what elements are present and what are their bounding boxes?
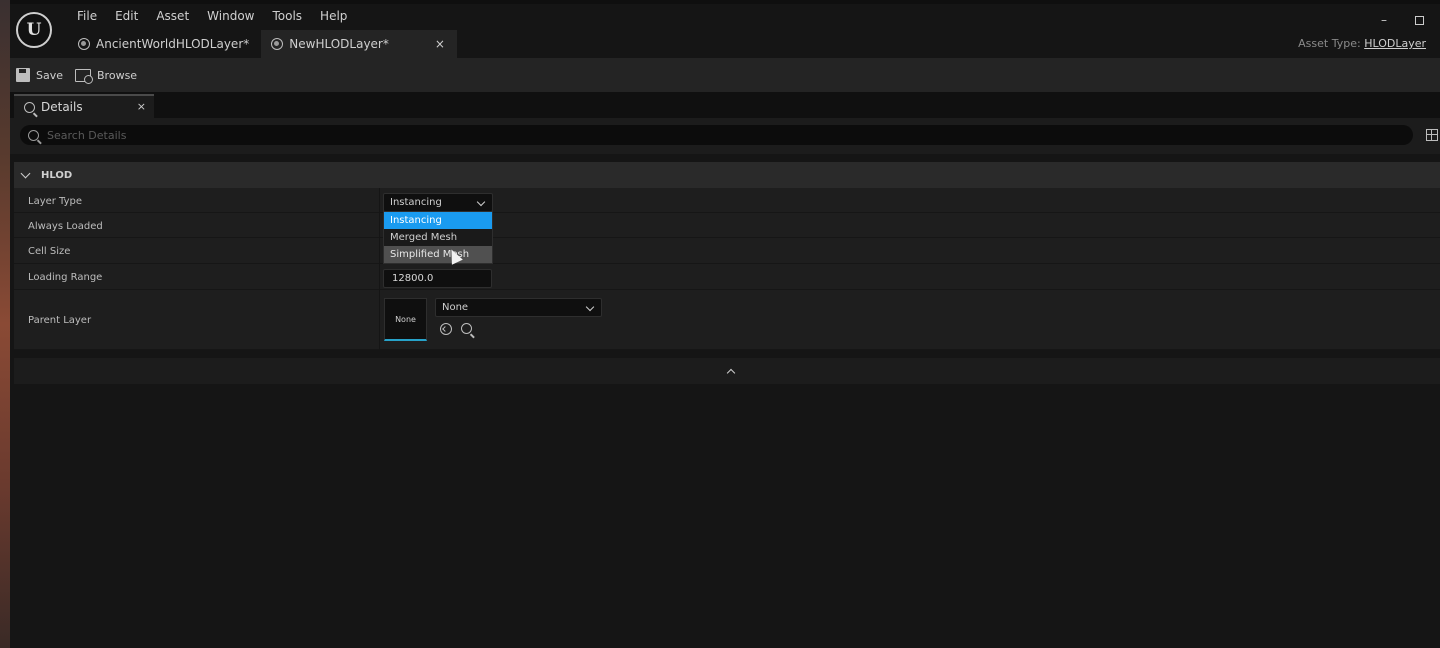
asset-icon	[271, 38, 284, 50]
menu-edit[interactable]: Edit	[106, 9, 147, 23]
property-label: Layer Type	[28, 196, 83, 207]
category-label: HLOD	[41, 169, 73, 181]
layer-type-dropdown-list: Instancing Merged Mesh Simplified Mesh	[383, 211, 493, 264]
tab-label: NewHLODLayer*	[289, 37, 389, 51]
browse-icon	[75, 68, 94, 84]
details-panel: HLOD Layer Type Always Loaded Cell Size …	[10, 118, 1440, 648]
details-icon	[24, 101, 35, 113]
property-label: Parent Layer	[28, 315, 92, 326]
close-tab-icon[interactable]: ×	[435, 37, 445, 51]
menu-file[interactable]: File	[68, 9, 106, 23]
menu-window[interactable]: Window	[198, 9, 263, 23]
parent-layer-thumbnail[interactable]: None	[384, 298, 427, 341]
menu-asset[interactable]: Asset	[147, 9, 198, 23]
asset-type-link[interactable]: HLODLayer	[1364, 37, 1426, 50]
collapse-section-bar[interactable]	[14, 358, 1440, 384]
chevron-down-icon	[20, 168, 31, 178]
column-splitter[interactable]	[379, 188, 380, 350]
property-label: Cell Size	[28, 246, 71, 257]
layer-type-combo[interactable]: Instancing	[383, 193, 493, 212]
property-row-cell-size: Cell Size	[14, 238, 1440, 264]
layer-type-value: Instancing	[390, 197, 442, 208]
dropdown-option-merged-mesh[interactable]: Merged Mesh	[384, 229, 492, 246]
asset-icon	[78, 38, 90, 50]
tab-ancientworld-hlodlayer[interactable]: AncientWorldHLODLayer*	[68, 30, 261, 58]
property-row-parent-layer: Parent Layer	[14, 290, 1440, 350]
menu-tools[interactable]: Tools	[263, 9, 311, 23]
chevron-down-icon	[585, 302, 595, 312]
chevron-up-icon	[726, 368, 736, 378]
toolbar: Save Browse	[10, 58, 1440, 92]
window-controls: –	[1381, 13, 1424, 27]
search-input[interactable]	[47, 128, 1347, 142]
unreal-logo-icon[interactable]: U	[16, 12, 52, 48]
menu-help[interactable]: Help	[311, 9, 356, 23]
category-hlod[interactable]: HLOD	[14, 162, 1440, 188]
loading-range-input[interactable]: 12800.0	[383, 269, 492, 288]
browse-label: Browse	[97, 68, 138, 82]
tab-details[interactable]: Details ×	[14, 94, 154, 118]
reset-to-default-icon[interactable]	[440, 323, 452, 335]
property-label: Always Loaded	[28, 221, 103, 232]
tab-label: AncientWorldHLODLayer*	[96, 37, 250, 51]
save-button[interactable]: Save	[16, 68, 63, 82]
save-icon	[16, 68, 30, 82]
asset-editor-window: U File Edit Asset Window Tools Help – An…	[10, 4, 1440, 648]
search-row	[10, 118, 1440, 154]
document-tabs: AncientWorldHLODLayer* NewHLODLayer* ×	[68, 30, 457, 58]
details-tab-label: Details	[41, 100, 83, 114]
save-label: Save	[36, 68, 64, 82]
browse-to-asset-icon[interactable]	[461, 323, 472, 334]
property-matrix-icon[interactable]	[1426, 129, 1438, 141]
title-bar: U File Edit Asset Window Tools Help – An…	[10, 4, 1440, 58]
asset-type-label: Asset Type:	[1298, 37, 1361, 50]
dropdown-option-instancing[interactable]: Instancing	[384, 212, 492, 229]
search-icon	[28, 129, 39, 141]
property-row-layer-type: Layer Type	[14, 188, 1440, 213]
background-left-edge	[0, 0, 10, 648]
property-row-always-loaded: Always Loaded	[14, 213, 1440, 238]
property-label: Loading Range	[28, 272, 103, 283]
parent-layer-combo[interactable]: None	[435, 298, 602, 317]
search-box[interactable]	[20, 125, 1413, 145]
property-row-loading-range: Loading Range	[14, 264, 1440, 290]
browse-button[interactable]: Browse	[75, 68, 138, 84]
tab-new-hlodlayer[interactable]: NewHLODLayer* ×	[261, 30, 457, 58]
parent-layer-value: None	[442, 302, 469, 313]
maximize-button[interactable]	[1415, 16, 1424, 25]
menu-bar: File Edit Asset Window Tools Help	[68, 9, 356, 23]
chevron-down-icon	[476, 197, 486, 207]
dropdown-option-simplified-mesh[interactable]: Simplified Mesh	[384, 246, 492, 263]
close-panel-icon[interactable]: ×	[137, 100, 146, 113]
minimize-button[interactable]: –	[1381, 13, 1387, 27]
panel-tab-row: Details ×	[10, 92, 1440, 118]
asset-type-indicator: Asset Type: HLODLayer	[1298, 37, 1426, 50]
